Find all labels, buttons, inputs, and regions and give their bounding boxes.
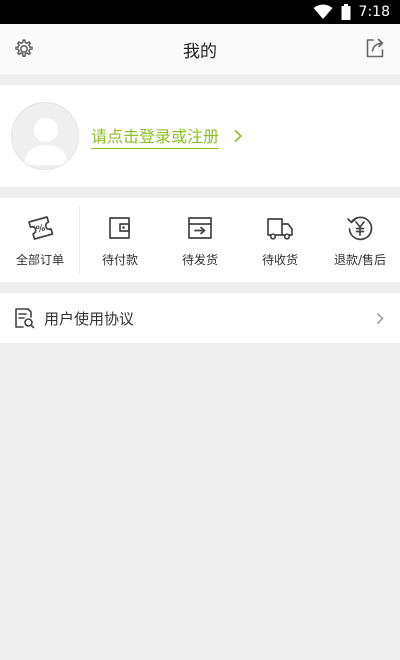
refund-yen-icon xyxy=(347,216,373,240)
wifi-icon xyxy=(313,4,333,19)
bottom-edge xyxy=(0,656,400,660)
page-title: 我的 xyxy=(183,41,217,62)
battery-icon xyxy=(341,4,351,20)
share-icon[interactable] xyxy=(364,37,386,59)
login-register-link[interactable]: 请点击登录或注册 xyxy=(91,123,243,149)
order-pending-payment-button[interactable]: 待付款 xyxy=(80,198,160,282)
order-refund-aftersale-label: 退款/售后 xyxy=(333,252,387,267)
top-nav-bar: 我的 xyxy=(0,24,400,74)
default-user-icon xyxy=(24,118,68,165)
document-agreement-icon xyxy=(15,308,35,329)
order-status-bar: % 全部订单 待付款 待发货 待收货 退款/售后 xyxy=(0,198,400,282)
svg-text:%: % xyxy=(35,223,46,235)
order-pending-payment-label: 待付款 xyxy=(101,252,138,267)
order-pending-shipment-button[interactable]: 待发货 xyxy=(160,198,240,282)
status-time: 7:18 xyxy=(358,4,390,20)
user-agreement-label: 用户使用协议 xyxy=(44,309,135,328)
menu-item-user-agreement[interactable]: 用户使用协议 xyxy=(0,293,400,343)
avatar[interactable] xyxy=(11,102,79,170)
order-all-button[interactable]: % 全部订单 xyxy=(0,198,80,282)
chevron-right-icon xyxy=(234,129,243,143)
order-pending-receipt-button[interactable]: 待收货 xyxy=(240,198,320,282)
settings-gear-icon[interactable] xyxy=(12,37,36,61)
wallet-icon xyxy=(109,216,130,239)
chevron-right-icon xyxy=(376,312,384,325)
order-refund-aftersale-button[interactable]: 退款/售后 xyxy=(320,198,400,282)
order-all-label: 全部订单 xyxy=(15,252,64,267)
order-pending-receipt-label: 待收货 xyxy=(261,252,298,267)
box-arrow-icon xyxy=(188,216,212,239)
order-pending-shipment-label: 待发货 xyxy=(181,252,218,267)
ticket-percent-icon: % xyxy=(28,215,54,240)
status-bar: 7:18 xyxy=(0,0,400,24)
profile-card: 请点击登录或注册 xyxy=(0,85,400,187)
truck-icon xyxy=(267,217,293,240)
login-register-label: 请点击登录或注册 xyxy=(91,123,220,149)
